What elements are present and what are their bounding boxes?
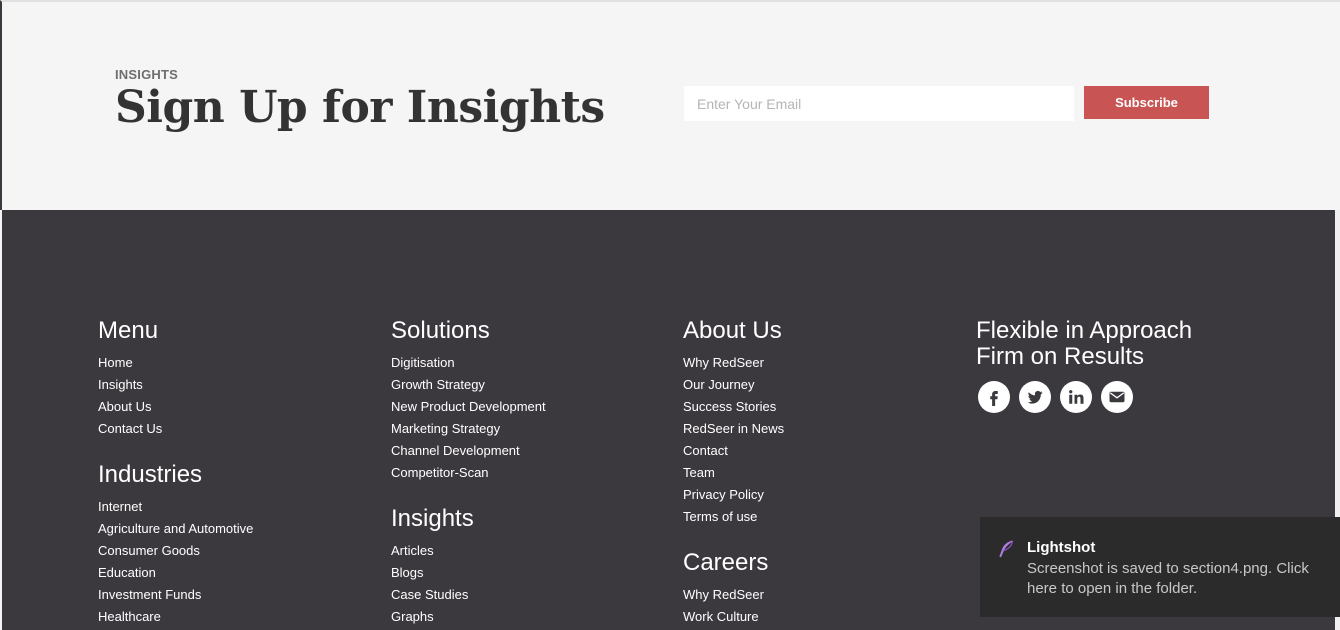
tagline-line-2: Firm on Results	[976, 343, 1145, 370]
footer-menu-column: Menu Home Insights About Us Contact Us	[98, 318, 162, 440]
footer-solutions-column: Solutions Digitisation Growth Strategy N…	[391, 318, 546, 484]
toast-message: Screenshot is saved to section4.png. Cli…	[1027, 560, 1309, 597]
footer-link-agriculture[interactable]: Agriculture and Automotive	[98, 521, 253, 536]
lightshot-feather-icon	[996, 539, 1016, 564]
footer-link-internet[interactable]: Internet	[98, 499, 142, 514]
footer-about-list: Why RedSeer Our Journey Success Stories …	[683, 352, 784, 528]
facebook-icon[interactable]	[978, 381, 1010, 413]
footer-link-channel[interactable]: Channel Development	[391, 443, 520, 458]
footer-link-blogs[interactable]: Blogs	[391, 565, 424, 580]
footer-link-new-product[interactable]: New Product Development	[391, 399, 546, 414]
footer-link-contact[interactable]: Contact Us	[98, 421, 162, 436]
footer-insights-column: Insights Articles Blogs Case Studies Gra…	[391, 506, 474, 628]
toast-title: Lightshot	[1027, 539, 1096, 556]
signup-eyebrow: INSIGHTS	[115, 67, 178, 82]
footer-industries-list: Internet Agriculture and Automotive Cons…	[98, 496, 253, 628]
footer-about-column: About Us Why RedSeer Our Journey Success…	[683, 318, 784, 528]
footer-careers-heading: Careers	[683, 549, 769, 576]
footer-menu-list: Home Insights About Us Contact Us	[98, 352, 162, 440]
footer-solutions-list: Digitisation Growth Strategy New Product…	[391, 352, 546, 484]
footer-link-graphs[interactable]: Graphs	[391, 609, 434, 624]
footer-link-case-studies[interactable]: Case Studies	[391, 587, 468, 602]
linkedin-icon[interactable]	[1060, 381, 1092, 413]
footer-link-home[interactable]: Home	[98, 355, 133, 370]
footer-link-articles[interactable]: Articles	[391, 543, 434, 558]
email-icon[interactable]	[1101, 381, 1133, 413]
footer-link-terms[interactable]: Terms of use	[683, 509, 757, 524]
footer-link-privacy[interactable]: Privacy Policy	[683, 487, 764, 502]
signup-title: Sign Up for Insights	[115, 82, 605, 133]
footer-link-insights[interactable]: Insights	[98, 377, 143, 392]
footer-careers-column: Careers Why RedSeer Work Culture	[683, 550, 768, 628]
social-links	[978, 381, 1133, 413]
footer-link-investment-funds[interactable]: Investment Funds	[98, 587, 201, 602]
footer-industries-column: Industries Internet Agriculture and Auto…	[98, 462, 253, 628]
footer-link-success-stories[interactable]: Success Stories	[683, 399, 776, 414]
lightshot-toast[interactable]: Lightshot Screenshot is saved to section…	[980, 517, 1340, 617]
footer-link-competitor-scan[interactable]: Competitor-Scan	[391, 465, 489, 480]
footer-link-consumer-goods[interactable]: Consumer Goods	[98, 543, 200, 558]
footer-link-redseer-news[interactable]: RedSeer in News	[683, 421, 784, 436]
footer-menu-heading: Menu	[98, 317, 159, 344]
footer-link-education[interactable]: Education	[98, 565, 156, 580]
footer-link-team[interactable]: Team	[683, 465, 715, 480]
footer-link-about-contact[interactable]: Contact	[683, 443, 728, 458]
footer-careers-list: Why RedSeer Work Culture	[683, 584, 768, 628]
footer-link-why-redseer[interactable]: Why RedSeer	[683, 355, 764, 370]
footer-link-work-culture[interactable]: Work Culture	[683, 609, 759, 624]
tagline-line-1: Flexible in Approach	[976, 317, 1193, 344]
footer-tagline: Flexible in Approach Firm on Results	[976, 318, 1192, 370]
footer-solutions-heading: Solutions	[391, 317, 490, 344]
footer-about-heading: About Us	[683, 317, 782, 344]
footer-insights-heading: Insights	[391, 505, 474, 532]
subscribe-button[interactable]: Subscribe	[1084, 86, 1209, 119]
footer-link-digitisation[interactable]: Digitisation	[391, 355, 455, 370]
footer-link-growth-strategy[interactable]: Growth Strategy	[391, 377, 485, 392]
footer-link-about[interactable]: About Us	[98, 399, 151, 414]
footer-link-healthcare[interactable]: Healthcare	[98, 609, 161, 624]
footer-link-our-journey[interactable]: Our Journey	[683, 377, 755, 392]
email-input[interactable]	[684, 86, 1074, 121]
footer-link-marketing[interactable]: Marketing Strategy	[391, 421, 500, 436]
twitter-icon[interactable]	[1019, 381, 1051, 413]
footer-insights-list: Articles Blogs Case Studies Graphs	[391, 540, 474, 628]
footer-link-careers-why[interactable]: Why RedSeer	[683, 587, 764, 602]
footer-industries-heading: Industries	[98, 461, 203, 488]
